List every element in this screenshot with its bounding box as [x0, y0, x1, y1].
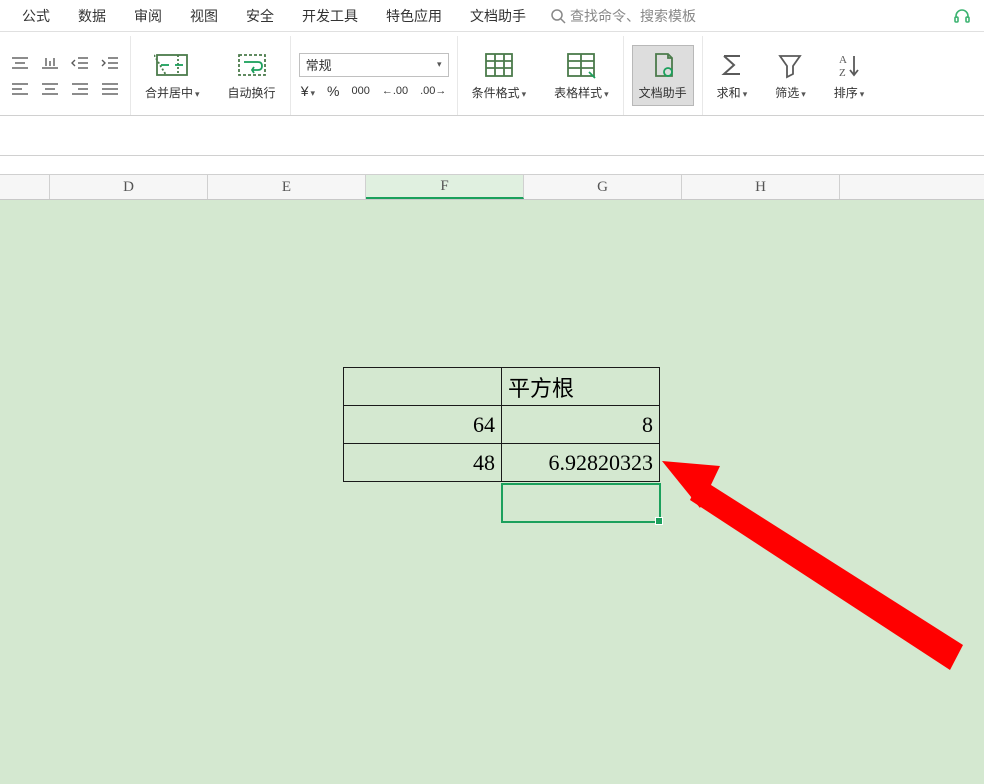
merge-cells-button[interactable]: 合并居中▾: [139, 46, 206, 105]
menu-security[interactable]: 安全: [232, 6, 288, 26]
doc-helper-label: 文档助手: [639, 84, 687, 101]
sort-label: 排序: [834, 86, 858, 100]
menu-review[interactable]: 审阅: [120, 6, 176, 26]
cell-e3[interactable]: 48: [344, 444, 502, 482]
cell-e2[interactable]: 64: [344, 406, 502, 444]
sum-group: 求和▾: [703, 36, 762, 115]
wrap-label: 自动换行: [228, 84, 276, 101]
active-cell-selection[interactable]: [501, 483, 661, 523]
number-format-value: 常规: [306, 55, 332, 74]
search-icon: [550, 8, 566, 24]
align-group: [0, 36, 131, 115]
table-style-icon: [564, 50, 598, 80]
filter-label: 筛选: [775, 86, 799, 100]
menu-special-apps[interactable]: 特色应用: [372, 6, 456, 26]
col-header-d[interactable]: D: [50, 175, 208, 199]
conditional-format-icon: [482, 50, 516, 80]
column-headers: D E F G H: [0, 174, 984, 200]
menu-view[interactable]: 视图: [176, 6, 232, 26]
menu-data[interactable]: 数据: [64, 6, 120, 26]
number-format-group: 常规 ▾ ¥▾ % 000 ←.00 .00→: [291, 36, 458, 115]
doc-helper-button[interactable]: 文档助手: [632, 45, 694, 106]
sigma-icon: [717, 50, 747, 80]
indent-increase-icon[interactable]: [98, 53, 122, 73]
chevron-down-icon: ▾: [437, 59, 442, 70]
conditional-format-button[interactable]: 条件格式▾: [466, 46, 533, 105]
funnel-icon: [775, 50, 805, 80]
table-style-group: 表格样式▾: [540, 36, 624, 115]
percent-button[interactable]: %: [327, 83, 339, 99]
sum-label: 求和: [717, 86, 741, 100]
cell-e1[interactable]: [344, 368, 502, 406]
comma-style-button[interactable]: 000: [351, 85, 369, 97]
data-table: 平方根 64 8 48 6.92820323: [343, 367, 660, 482]
svg-text:Z: Z: [839, 67, 846, 79]
increase-decimal-button[interactable]: ←.00: [382, 85, 408, 97]
number-format-dropdown[interactable]: 常规 ▾: [299, 53, 449, 77]
align-left-icon[interactable]: [8, 79, 32, 99]
cond-format-label: 条件格式: [472, 86, 520, 100]
formula-bar-area: [0, 116, 984, 156]
sort-icon: AZ: [834, 50, 864, 80]
filter-button[interactable]: 筛选▾: [769, 46, 812, 105]
wrap-text-icon: [234, 50, 270, 80]
col-header-f[interactable]: F: [366, 175, 524, 199]
justify-icon[interactable]: [98, 79, 122, 99]
doc-helper-group: 文档助手: [624, 36, 703, 115]
search-placeholder: 查找命令、搜索模板: [570, 6, 696, 26]
wrap-text-button[interactable]: 自动换行: [222, 46, 282, 105]
menu-bar: 公式 数据 审阅 视图 安全 开发工具 特色应用 文档助手 查找命令、搜索模板: [0, 0, 984, 32]
sort-group: AZ 排序▾: [820, 36, 879, 115]
fill-handle[interactable]: [655, 517, 663, 525]
align-bottom-icon[interactable]: [38, 53, 62, 73]
table-row: 64 8: [344, 406, 660, 444]
search-box[interactable]: 查找命令、搜索模板: [550, 6, 696, 26]
merge-cells-icon: [154, 50, 190, 80]
align-center-icon[interactable]: [38, 79, 62, 99]
filter-group: 筛选▾: [761, 36, 820, 115]
col-header-g[interactable]: G: [524, 175, 682, 199]
sum-button[interactable]: 求和▾: [711, 46, 754, 105]
align-center-h-icon[interactable]: [8, 53, 32, 73]
menu-dev-tools[interactable]: 开发工具: [288, 6, 372, 26]
annotation-arrow-icon: [0, 200, 984, 784]
cell-f2[interactable]: 8: [502, 406, 660, 444]
select-all-corner[interactable]: [0, 175, 50, 199]
cell-f3[interactable]: 6.92820323: [502, 444, 660, 482]
cell-f1[interactable]: 平方根: [502, 368, 660, 406]
currency-button[interactable]: ¥▾: [301, 83, 315, 99]
table-row: 平方根: [344, 368, 660, 406]
table-style-label: 表格样式: [554, 86, 602, 100]
menu-formula[interactable]: 公式: [8, 6, 64, 26]
indent-decrease-icon[interactable]: [68, 53, 92, 73]
decrease-decimal-button[interactable]: .00→: [420, 85, 446, 97]
menu-doc-helper[interactable]: 文档助手: [456, 6, 540, 26]
table-style-button[interactable]: 表格样式▾: [548, 46, 615, 105]
merge-label: 合并居中: [145, 86, 193, 100]
headset-icon[interactable]: [952, 6, 972, 26]
ribbon-toolbar: 合并居中▾ 自动换行 常规 ▾ ¥▾ % 000 ←.00 .00→ 条件格式▾: [0, 32, 984, 116]
cond-format-group: 条件格式▾: [458, 36, 541, 115]
col-header-e[interactable]: E: [208, 175, 366, 199]
worksheet-grid[interactable]: 平方根 64 8 48 6.92820323: [0, 200, 984, 784]
wrap-group: 自动换行: [214, 36, 291, 115]
svg-text:A: A: [839, 54, 847, 66]
col-header-h[interactable]: H: [682, 175, 840, 199]
doc-helper-icon: [648, 50, 678, 80]
merge-group: 合并居中▾: [131, 36, 214, 115]
align-right-icon[interactable]: [68, 79, 92, 99]
sort-button[interactable]: AZ 排序▾: [828, 46, 871, 105]
table-row: 48 6.92820323: [344, 444, 660, 482]
